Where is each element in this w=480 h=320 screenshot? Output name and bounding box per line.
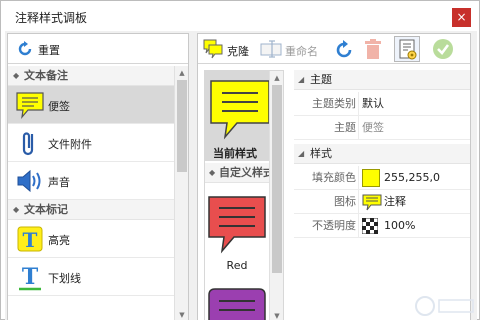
left-toolbar: 重置 — [8, 34, 188, 64]
clone-icon — [202, 38, 224, 63]
property-value[interactable]: 默认 — [362, 92, 384, 116]
annotation-style-palette-window: 注释样式调板 × 重置 ◆ 文本备注 便签 文件附件 声音 ◆ 文本标记 T 高… — [0, 0, 480, 320]
svg-text:T: T — [23, 228, 38, 252]
column-divider — [358, 190, 359, 214]
property-value[interactable]: 注释 — [384, 190, 406, 214]
comment-icon — [362, 194, 382, 214]
title-bar[interactable]: 注释样式调板 × — [1, 1, 479, 31]
list-item-highlight[interactable]: T 高亮 — [8, 220, 174, 258]
collapse-caret-icon[interactable]: ◢ — [298, 144, 304, 164]
property-grid: ◢ 主题 主题类别 默认 主题 便签 ◢ 样式 填充颜色 255,255,0 图… — [294, 70, 470, 320]
gallery-scrollbar[interactable]: ▲ ▼ — [269, 71, 283, 320]
reset-button[interactable]: 重置 — [38, 42, 60, 58]
property-value[interactable]: 100% — [384, 214, 415, 238]
scroll-down-icon[interactable]: ▼ — [272, 311, 282, 320]
clone-button[interactable]: 克隆 — [202, 38, 258, 60]
property-key: 主题类别 — [312, 97, 356, 110]
scrollbar-thumb[interactable] — [272, 85, 282, 273]
list-item-underline[interactable]: T 下划线 — [8, 258, 174, 296]
custom-style-group-label: 自定义样式 — [219, 166, 274, 179]
group-text-markup[interactable]: ◆ 文本标记 — [8, 200, 174, 220]
properties-icon — [398, 39, 418, 64]
highlight-icon: T — [14, 224, 46, 254]
clone-label: 克隆 — [227, 45, 249, 58]
scrollbar-thumb[interactable] — [177, 80, 187, 172]
style-gallery: 当前样式 ◆ 自定义样式 Red ▲ ▼ — [204, 70, 284, 320]
sticky-note-icon — [207, 195, 267, 258]
column-divider — [358, 214, 359, 238]
section-theme[interactable]: ◢ 主题 — [294, 70, 470, 90]
list-item-sound[interactable]: 声音 — [8, 162, 174, 200]
list-item-label: 高亮 — [48, 234, 70, 247]
collapse-caret-icon[interactable]: ◆ — [209, 163, 215, 182]
section-style[interactable]: ◢ 样式 — [294, 144, 470, 164]
scroll-up-icon[interactable]: ▲ — [177, 68, 187, 78]
rename-label: 重命名 — [285, 45, 318, 58]
left-scrollbar[interactable]: ▲ ▼ — [174, 66, 188, 320]
scroll-up-icon[interactable]: ▲ — [272, 73, 282, 83]
sticky-note-icon — [209, 79, 271, 144]
column-divider — [358, 166, 359, 190]
refresh-icon[interactable] — [333, 39, 355, 61]
close-button[interactable]: × — [452, 8, 471, 27]
opacity-checker-icon — [361, 217, 379, 237]
property-theme-category[interactable]: 主题类别 默认 — [294, 92, 470, 116]
group-label: 文本标记 — [24, 203, 68, 216]
refresh-icon[interactable] — [16, 40, 34, 61]
list-item-label: 文件附件 — [48, 138, 92, 151]
section-label: 主题 — [310, 73, 332, 86]
property-fill-color[interactable]: 填充颜色 255,255,0 — [294, 166, 470, 190]
property-theme[interactable]: 主题 便签 — [294, 116, 470, 140]
list-item-sticky-note[interactable]: 便签 — [8, 86, 174, 124]
speaker-icon — [14, 166, 46, 196]
property-key: 填充颜色 — [312, 171, 356, 184]
properties-toggle-button[interactable] — [394, 36, 420, 62]
group-label: 文本备注 — [24, 69, 68, 82]
watermark-logo — [415, 294, 477, 318]
column-divider — [358, 116, 359, 140]
property-key: 不透明度 — [312, 219, 356, 232]
underline-icon: T — [14, 262, 46, 292]
property-icon[interactable]: 图标 注释 — [294, 190, 470, 214]
rename-button[interactable]: 重命名 — [260, 38, 326, 60]
style-panel: 克隆 重命名 当前样式 ◆ 自定义样式 Red ▲ ▼ ◢ 主题 主题类别 默认… — [197, 33, 471, 320]
section-label: 样式 — [310, 147, 332, 160]
list-item-label: 下划线 — [48, 272, 81, 285]
current-style-label: 当前样式 — [213, 147, 257, 160]
red-style-label: Red — [226, 259, 248, 272]
annotation-type-panel: 重置 ◆ 文本备注 便签 文件附件 声音 ◆ 文本标记 T 高亮 T 下划线 ▲… — [7, 33, 189, 320]
paperclip-icon — [14, 128, 46, 158]
list-item-label: 声音 — [48, 176, 70, 189]
delete-icon[interactable] — [363, 38, 383, 60]
annotation-type-list: ◆ 文本备注 便签 文件附件 声音 ◆ 文本标记 T 高亮 T 下划线 — [8, 66, 174, 320]
property-value: 便签 — [362, 121, 384, 134]
property-key: 图标 — [334, 195, 356, 208]
list-item-label: 便签 — [48, 100, 70, 113]
property-key: 主题 — [334, 121, 356, 134]
collapse-caret-icon[interactable]: ◆ — [13, 66, 19, 86]
property-value[interactable]: 255,255,0 — [384, 166, 440, 190]
right-toolbar: 克隆 重命名 — [198, 34, 470, 64]
group-text-notes[interactable]: ◆ 文本备注 — [8, 66, 174, 86]
color-swatch[interactable] — [362, 169, 380, 187]
window-title: 注释样式调板 — [15, 11, 88, 25]
property-opacity[interactable]: 不透明度 100% — [294, 214, 470, 238]
column-divider — [358, 92, 359, 116]
collapse-caret-icon[interactable]: ◆ — [13, 200, 19, 220]
scroll-down-icon[interactable]: ▼ — [177, 310, 187, 320]
purple-style-tile[interactable] — [207, 287, 267, 320]
sticky-note-icon — [14, 90, 46, 120]
apply-check-icon[interactable] — [432, 38, 454, 60]
svg-text:T: T — [22, 264, 39, 290]
list-item-file-attachment[interactable]: 文件附件 — [8, 124, 174, 162]
collapse-caret-icon[interactable]: ◢ — [298, 70, 304, 90]
rename-icon — [260, 40, 284, 61]
